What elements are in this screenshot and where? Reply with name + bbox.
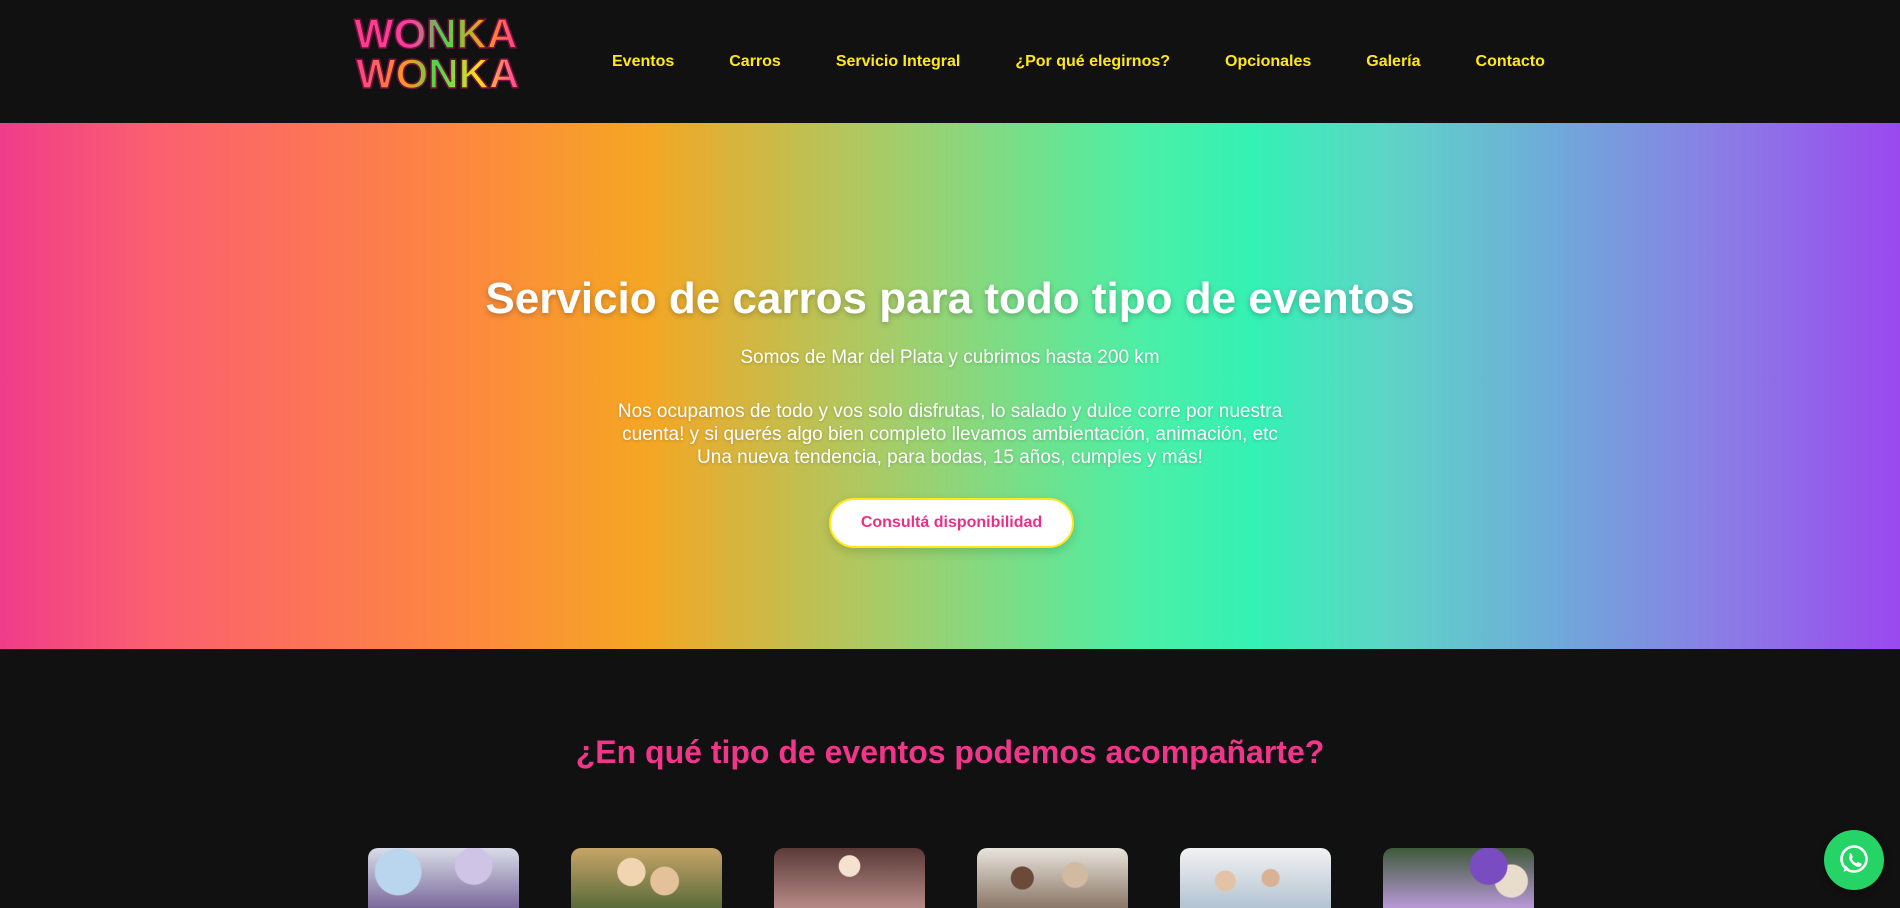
whatsapp-button[interactable] xyxy=(1824,830,1884,890)
events-section: ¿En qué tipo de eventos podemos acompaña… xyxy=(0,649,1900,908)
event-photo xyxy=(368,848,519,908)
nav-link-opcionales[interactable]: Opcionales xyxy=(1225,53,1311,71)
events-heading: ¿En qué tipo de eventos podemos acompaña… xyxy=(575,734,1325,770)
nav-link-por-que-elegirnos[interactable]: ¿Por qué elegirnos? xyxy=(1015,53,1170,71)
event-photo xyxy=(977,848,1128,908)
event-photo xyxy=(571,848,722,908)
logo-line-2: WONKA xyxy=(356,50,519,94)
nav-link-galeria[interactable]: Galería xyxy=(1366,53,1420,71)
event-cards xyxy=(368,848,1534,908)
site-header: WONKA WONKA Eventos Carros Servicio Inte… xyxy=(0,0,1900,123)
hero-description: Nos ocupamos de todo y vos solo disfruta… xyxy=(0,400,1900,469)
event-card-balloons[interactable] xyxy=(368,848,519,908)
nav-link-eventos[interactable]: Eventos xyxy=(612,53,674,71)
hero-section: Servicio de carros para todo tipo de eve… xyxy=(0,123,1900,649)
event-card-celebration[interactable] xyxy=(977,848,1128,908)
nav-link-carros[interactable]: Carros xyxy=(729,53,781,71)
main-nav: Eventos Carros Servicio Integral ¿Por qu… xyxy=(612,0,1545,123)
event-card-wedding[interactable] xyxy=(571,848,722,908)
wonka-logo[interactable]: WONKA WONKA xyxy=(352,12,550,94)
hero-description-line: cuenta! y si querés algo bien completo l… xyxy=(622,424,1278,445)
hero-title: Servicio de carros para todo tipo de eve… xyxy=(485,274,1415,323)
nav-link-servicio-integral[interactable]: Servicio Integral xyxy=(836,53,961,71)
hero-description-line: Una nueva tendencia, para bodas, 15 años… xyxy=(697,447,1203,468)
hero-subtitle: Somos de Mar del Plata y cubrimos hasta … xyxy=(740,347,1160,368)
event-card-quinceanera[interactable] xyxy=(774,848,925,908)
check-availability-button[interactable]: Consultá disponibilidad xyxy=(829,498,1074,548)
event-photo xyxy=(1180,848,1331,908)
event-card-decoration[interactable] xyxy=(1383,848,1534,908)
event-card-group[interactable] xyxy=(1180,848,1331,908)
nav-link-contacto[interactable]: Contacto xyxy=(1476,53,1545,71)
hero-description-line: Nos ocupamos de todo y vos solo disfruta… xyxy=(617,401,1283,422)
event-photo xyxy=(1383,848,1534,908)
event-photo xyxy=(774,848,925,908)
whatsapp-icon xyxy=(1840,845,1868,873)
